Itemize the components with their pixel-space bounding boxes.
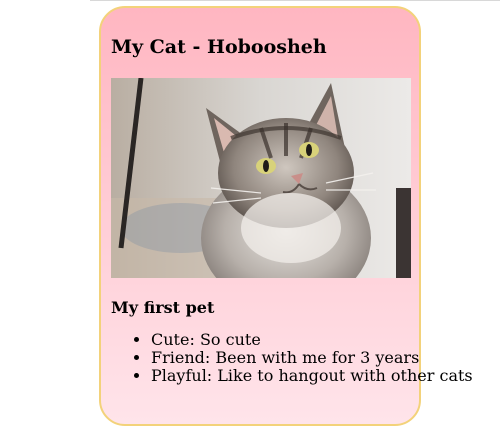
fact-label: Friend: <box>151 348 211 367</box>
fact-value: So cute <box>199 330 261 349</box>
pet-card: My Cat - Hoboosheh My first pet • Cute: … <box>99 6 473 426</box>
list-item: Playful: Like to hangout with other cats <box>151 367 473 385</box>
list-item: Cute: So cute <box>151 331 473 349</box>
fact-label: Cute: <box>151 330 195 349</box>
cat-photo <box>111 78 411 278</box>
list-item: Friend: Been with me for 3 years <box>151 349 473 367</box>
top-divider <box>90 0 500 1</box>
pet-facts-list: Cute: So cute Friend: Been with me for 3… <box>111 331 473 385</box>
fact-label: Playful: <box>151 366 213 385</box>
fact-value: Been with me for 3 years <box>215 348 420 367</box>
card-title: My Cat - Hoboosheh <box>111 36 327 58</box>
card-subtitle: My first pet <box>111 298 215 317</box>
cat-photo-image <box>111 78 411 278</box>
fact-value: Like to hangout with other cats <box>217 366 473 385</box>
